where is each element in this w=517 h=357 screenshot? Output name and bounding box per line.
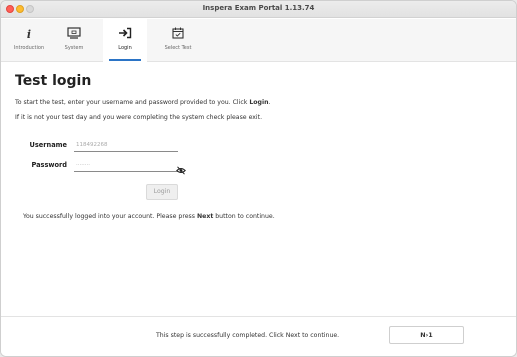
username-label: Username [29, 141, 68, 149]
title-bar: Inspera Exam Portal 1.13.74 [1, 1, 516, 18]
login-arrow-icon [118, 27, 132, 39]
username-input[interactable] [74, 138, 178, 152]
window-title: Inspera Exam Portal 1.13.74 [202, 4, 315, 12]
step-login[interactable]: Login [103, 19, 147, 62]
footer-bar: This step is successfully completed. Cli… [1, 316, 516, 356]
step-select-test[interactable]: Select Test [156, 19, 200, 62]
step-navigation: i Introduction System Login Select Test [1, 19, 516, 62]
calendar-check-icon [171, 27, 185, 39]
success-message: You successfully logged into your accoun… [23, 213, 275, 220]
login-instructions: To start the test, enter your username a… [15, 99, 506, 106]
next-button[interactable]: N›1 [389, 326, 464, 344]
success-suffix: button to continue. [213, 213, 275, 220]
instruction-bold: Login [249, 99, 269, 106]
login-section: Test login To start the test, enter your… [15, 73, 506, 121]
password-row: Password [15, 158, 186, 175]
app-window: Inspera Exam Portal 1.13.74 i Introducti… [0, 0, 517, 357]
step-label: Login [118, 45, 132, 51]
page-title: Test login [15, 73, 92, 89]
step-label: System [64, 45, 84, 51]
step-label: Select Test [164, 45, 192, 51]
monitor-icon [67, 27, 81, 39]
exit-note: If it is not your test day and you were … [15, 114, 263, 121]
step-label: Introduction [13, 45, 45, 51]
footer-status-text: This step is successfully completed. Cli… [156, 332, 340, 339]
password-label: Password [31, 161, 67, 169]
hide-password-icon[interactable] [176, 160, 186, 175]
info-icon: i [22, 27, 36, 39]
step-system[interactable]: System [52, 19, 96, 62]
instruction-suffix: . [268, 99, 271, 106]
svg-text:i: i [27, 28, 31, 39]
username-row: Username [15, 138, 178, 152]
step-introduction[interactable]: i Introduction [7, 19, 51, 62]
success-text: You successfully logged into your accoun… [23, 213, 197, 220]
success-bold: Next [196, 213, 214, 220]
instruction-text: To start the test, enter your username a… [15, 99, 250, 106]
password-input[interactable] [74, 158, 178, 172]
login-button[interactable]: Login [146, 184, 178, 200]
